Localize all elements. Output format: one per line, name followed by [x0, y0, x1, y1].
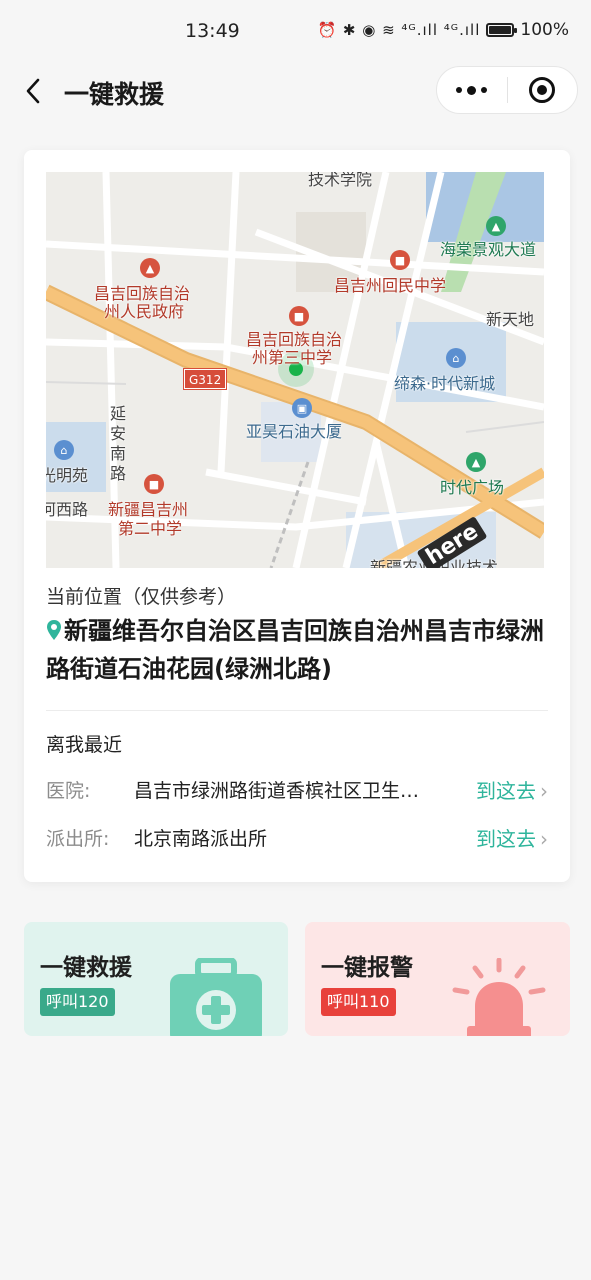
highway-shield: G312: [182, 368, 228, 390]
more-dot-icon: [456, 87, 463, 93]
more-button[interactable]: [437, 67, 507, 113]
map-label: 亚昊石油大厦: [246, 422, 343, 441]
location-address: 新疆维吾尔自治区昌吉回族自治州昌吉市绿洲路街道石油花园(绿洲北路): [46, 612, 554, 688]
map-label: 昌吉州回民中学: [334, 276, 447, 295]
page-title: 一键救援: [64, 80, 165, 109]
nav-bar: 一键救援: [0, 64, 591, 118]
target-icon: [529, 77, 556, 103]
school-poi-icon: ■: [144, 474, 164, 494]
location-pin-icon: [47, 620, 61, 640]
police-call-tag: 呼叫110: [321, 988, 396, 1016]
map-label: 第二中学: [118, 519, 183, 538]
map-label: 州人民政府: [104, 302, 185, 321]
navigate-police-button[interactable]: 到这去 ›: [476, 824, 548, 854]
nearest-row-police: 派出所: 北京南路派出所 到这去 ›: [46, 824, 548, 854]
school-poi-icon: ■: [390, 250, 410, 270]
map-label: 新天地: [486, 310, 535, 329]
first-aid-kit-icon: [170, 958, 262, 1036]
back-button[interactable]: [18, 70, 48, 112]
row-key: 医院:: [46, 780, 91, 802]
go-label: 到这去: [476, 827, 536, 851]
more-dot-icon: [481, 87, 488, 93]
chevron-left-icon: [26, 78, 40, 104]
rescue-button[interactable]: 一键救援 呼叫120: [24, 922, 288, 1036]
map-label: 州第三中学: [252, 348, 333, 367]
status-icons: ⏰ ✱ ◉ ≋ ⁴ᴳ.ıll ⁴ᴳ.ıll 100%: [317, 20, 569, 40]
go-label: 到这去: [476, 779, 536, 803]
battery-icon: [486, 23, 518, 37]
building-poi-icon: ▣: [292, 398, 312, 418]
police-button[interactable]: 一键报警 呼叫110: [305, 922, 570, 1036]
map-label: 新疆昌吉州: [108, 500, 189, 519]
rescue-title: 一键救援: [40, 955, 132, 981]
nearest-title: 离我最近: [46, 734, 123, 756]
row-value: 北京南路派出所: [134, 828, 268, 850]
navigate-hospital-button[interactable]: 到这去 ›: [476, 776, 548, 806]
plaza-poi-icon: ▲: [466, 452, 486, 472]
park-poi-icon: ▲: [486, 216, 506, 236]
map-label: 光明苑: [46, 466, 89, 485]
school-poi-icon: ■: [289, 306, 309, 326]
map-view[interactable]: 技术学院 ▲ 海棠景观大道 ■ 昌吉州回民中学 ▲ 昌吉回族自治 州人民政府 ■…: [46, 172, 544, 568]
signal-icons: ⏰ ✱ ◉ ≋ ⁴ᴳ.ıll ⁴ᴳ.ıll: [317, 21, 481, 39]
map-label: 海棠景观大道: [440, 240, 537, 259]
more-dot-icon: [467, 85, 477, 95]
row-value: 昌吉市绿洲路街道香槟社区卫生服务站: [134, 780, 424, 802]
map-label: 昌吉回族自治: [94, 284, 191, 303]
map-label: 延安南路: [110, 404, 127, 483]
map-label: 缔森·时代新城: [394, 374, 496, 393]
police-title: 一键报警: [321, 955, 413, 981]
miniprogram-capsule: [436, 66, 578, 114]
map-label: 河西路: [46, 500, 89, 519]
status-time: 13:49: [185, 20, 240, 42]
location-label: 当前位置（仅供参考）: [46, 586, 237, 608]
row-key: 派出所:: [46, 828, 110, 850]
location-card: 技术学院 ▲ 海棠景观大道 ■ 昌吉州回民中学 ▲ 昌吉回族自治 州人民政府 ■…: [24, 150, 570, 882]
nearest-row-hospital: 医院: 昌吉市绿洲路街道香槟社区卫生服务站 到这去›: [46, 776, 548, 806]
residential-poi-icon: ⌂: [446, 348, 466, 368]
address-text: 新疆维吾尔自治区昌吉回族自治州昌吉市绿洲路街道石油花园(绿洲北路): [46, 617, 544, 683]
battery-percent: 100%: [520, 20, 569, 40]
map-label: 时代广场: [440, 478, 505, 497]
residential-poi-icon: ⌂: [54, 440, 74, 460]
status-bar: 13:49 ⏰ ✱ ◉ ≋ ⁴ᴳ.ıll ⁴ᴳ.ıll 100%: [0, 0, 591, 64]
map-label: 昌吉回族自治: [246, 330, 343, 349]
rescue-call-tag: 呼叫120: [40, 988, 115, 1016]
divider: [46, 710, 548, 711]
close-miniprogram-button[interactable]: [508, 67, 578, 113]
government-poi-icon: ▲: [140, 258, 160, 278]
map-label: 技术学院: [308, 172, 373, 189]
chevron-right-icon: ›: [540, 779, 548, 803]
alarm-siren-icon: [452, 958, 546, 1036]
chevron-right-icon: ›: [540, 827, 548, 851]
